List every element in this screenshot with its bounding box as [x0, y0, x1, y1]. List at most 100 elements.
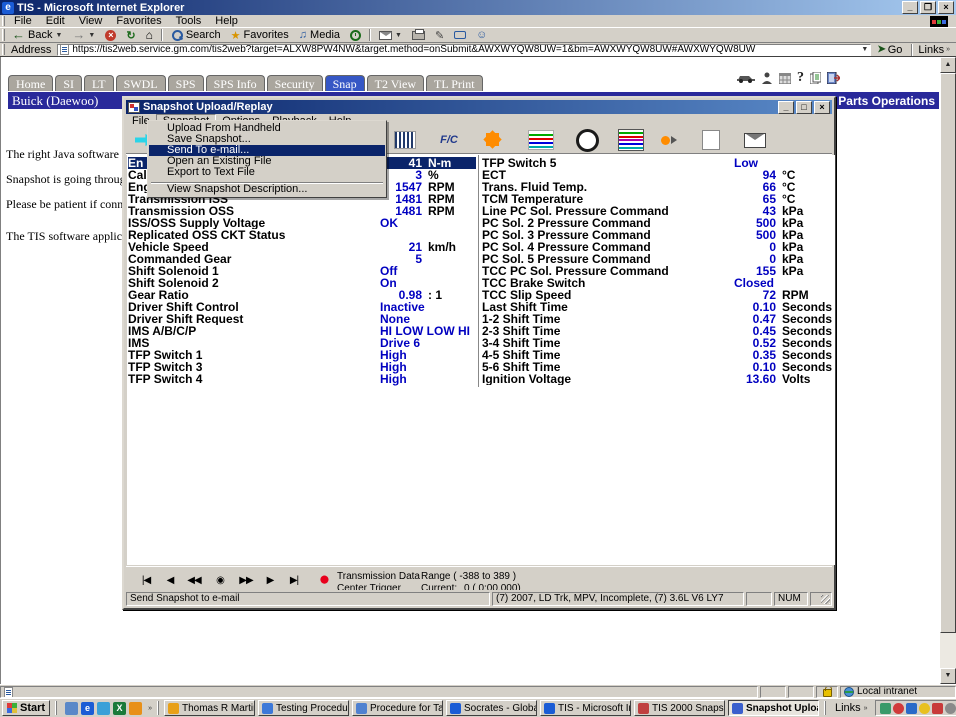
- table-row[interactable]: TFP Switch 3High: [128, 361, 476, 373]
- show-desktop-icon[interactable]: [65, 702, 78, 715]
- toolbar-grip[interactable]: [2, 16, 5, 26]
- help-icon[interactable]: ?: [797, 70, 804, 86]
- rewind-button[interactable]: ◀◀: [182, 572, 206, 590]
- table-row[interactable]: Replicated OSS CKT Status: [128, 229, 476, 241]
- tab-si[interactable]: SI: [55, 75, 82, 91]
- record-button[interactable]: ●: [312, 572, 336, 590]
- minimize-button[interactable]: _: [902, 1, 918, 14]
- menu-edit[interactable]: Edit: [39, 15, 72, 27]
- tab-snap[interactable]: Snap: [325, 75, 365, 91]
- favorites-button[interactable]: ★ Favorites: [226, 28, 294, 42]
- calendar-icon[interactable]: [779, 73, 791, 84]
- tab-sps[interactable]: SPS: [168, 75, 204, 91]
- fast-forward-button[interactable]: ▶▶: [234, 572, 258, 590]
- brightness-icon[interactable]: [482, 130, 502, 150]
- history-button[interactable]: [345, 28, 366, 42]
- start-button[interactable]: Start: [2, 700, 50, 716]
- table-row[interactable]: TFP Switch 1High: [128, 349, 476, 361]
- maximize-button[interactable]: □: [796, 101, 812, 114]
- table-row[interactable]: Driver Shift ControlInactive: [128, 301, 476, 313]
- tray-icon[interactable]: [880, 703, 891, 714]
- tray-icon[interactable]: [893, 703, 904, 714]
- temperature-units-icon[interactable]: [436, 130, 462, 150]
- layered-graph-icon[interactable]: [618, 130, 644, 150]
- restore-button[interactable]: ❐: [920, 1, 936, 14]
- tab-t2-view[interactable]: T2 View: [367, 75, 424, 91]
- table-row[interactable]: Ignition Voltage13.60Volts: [482, 373, 835, 385]
- go-button[interactable]: ➤ Go: [871, 44, 908, 56]
- ie-icon[interactable]: e: [81, 702, 94, 715]
- tab-lt[interactable]: LT: [84, 75, 114, 91]
- blank-square-icon[interactable]: [698, 130, 724, 150]
- tray-icon[interactable]: [919, 703, 930, 714]
- tray-icon[interactable]: [945, 703, 956, 714]
- discuss-button[interactable]: [449, 28, 471, 42]
- tab-home[interactable]: Home: [8, 75, 53, 91]
- documents-icon[interactable]: [810, 72, 821, 84]
- go-to-start-button[interactable]: |◀: [134, 572, 158, 590]
- vertical-scrollbar[interactable]: ▲ ▼: [940, 57, 956, 684]
- taskbar-task[interactable]: Testing Procedures: [258, 700, 349, 716]
- tray-icon[interactable]: [906, 703, 917, 714]
- snapshot-titlebar[interactable]: Snapshot Upload/Replay _ □ ×: [126, 100, 832, 114]
- table-row[interactable]: IMSDrive 6: [128, 337, 476, 349]
- print-button[interactable]: [407, 28, 430, 42]
- refresh-button[interactable]: ↻: [121, 28, 140, 42]
- links-chevron-icon[interactable]: »: [946, 46, 950, 53]
- media-button[interactable]: ♫ Media: [294, 28, 345, 42]
- table-row[interactable]: TFP Switch 4High: [128, 373, 476, 385]
- home-button[interactable]: ⌂: [141, 28, 158, 42]
- scrollbar-thumb[interactable]: [940, 73, 956, 633]
- search-icon[interactable]: [97, 702, 110, 715]
- tray-icon[interactable]: [932, 703, 943, 714]
- snapshot-marker-icon[interactable]: [656, 130, 682, 150]
- table-row[interactable]: ISS/OSS Supply VoltageOK: [128, 217, 476, 229]
- taskbar-grip[interactable]: [824, 701, 826, 715]
- tab-security[interactable]: Security: [267, 75, 323, 91]
- menuitem-export-to-text-file[interactable]: Export to Text File: [149, 167, 385, 178]
- taskbar-task[interactable]: Socrates - Global - Micro...: [446, 700, 537, 716]
- step-forward-button[interactable]: ▶: [258, 572, 282, 590]
- quicklaunch-chevron-icon[interactable]: »: [148, 705, 152, 712]
- step-back-button[interactable]: ◀: [158, 572, 182, 590]
- tab-sps-info[interactable]: SPS Info: [206, 75, 265, 91]
- taskbar-task[interactable]: Thomas R Martin - Inbox...: [164, 700, 255, 716]
- menu-file[interactable]: File: [7, 15, 39, 27]
- stop-button[interactable]: ×: [100, 28, 121, 42]
- gauge-icon[interactable]: [574, 130, 600, 150]
- close-button[interactable]: ×: [814, 101, 830, 114]
- close-button[interactable]: ×: [938, 1, 954, 14]
- taskbar-task[interactable]: TIS 2000 Snapshot Uplo...: [634, 700, 725, 716]
- links-chevron-icon[interactable]: »: [864, 705, 868, 712]
- back-button[interactable]: ← Back ▼: [7, 28, 67, 42]
- forward-dropdown-icon[interactable]: ▼: [88, 32, 95, 39]
- tab-tl-print[interactable]: TL Print: [426, 75, 483, 91]
- excel-icon[interactable]: X: [113, 702, 126, 715]
- address-dropdown-icon[interactable]: ▼: [861, 46, 868, 53]
- waveform-icon[interactable]: [528, 130, 554, 150]
- taskbar-grip[interactable]: [55, 701, 57, 715]
- scroll-down-icon[interactable]: ▼: [940, 668, 956, 684]
- scroll-up-icon[interactable]: ▲: [940, 57, 956, 73]
- minimize-button[interactable]: _: [778, 101, 794, 114]
- go-to-end-button[interactable]: ▶|: [282, 572, 306, 590]
- center-trigger-button[interactable]: ◉: [208, 572, 232, 590]
- taskbar-task[interactable]: Snapshot Upload/Re...: [728, 700, 819, 716]
- taskbar-links[interactable]: Links »: [831, 700, 872, 716]
- menu-tools[interactable]: Tools: [169, 15, 209, 27]
- exit-icon[interactable]: [827, 72, 840, 84]
- forward-button[interactable]: → ▼: [67, 28, 100, 42]
- menuitem-view-snapshot-description[interactable]: View Snapshot Description...: [149, 184, 385, 195]
- car-icon[interactable]: [737, 73, 755, 83]
- edit-button[interactable]: ✎: [430, 28, 449, 42]
- table-row[interactable]: IMS A/B/C/PHI LOW LOW HI: [128, 325, 476, 337]
- menu-view[interactable]: View: [72, 15, 110, 27]
- menu-help[interactable]: Help: [208, 15, 245, 27]
- address-input[interactable]: https://tis2web.service.gm.com/tis2web?t…: [57, 44, 871, 56]
- taskbar-task[interactable]: Procedure for Taking Sn...: [352, 700, 443, 716]
- table-row[interactable]: Transmission OSS1481RPM: [128, 205, 476, 217]
- user-icon[interactable]: [761, 72, 773, 84]
- table-row[interactable]: TCC PC Sol. Pressure Command155kPa: [482, 265, 835, 277]
- mail-button[interactable]: ▼: [374, 28, 407, 42]
- toolbar-grip[interactable]: [2, 29, 5, 40]
